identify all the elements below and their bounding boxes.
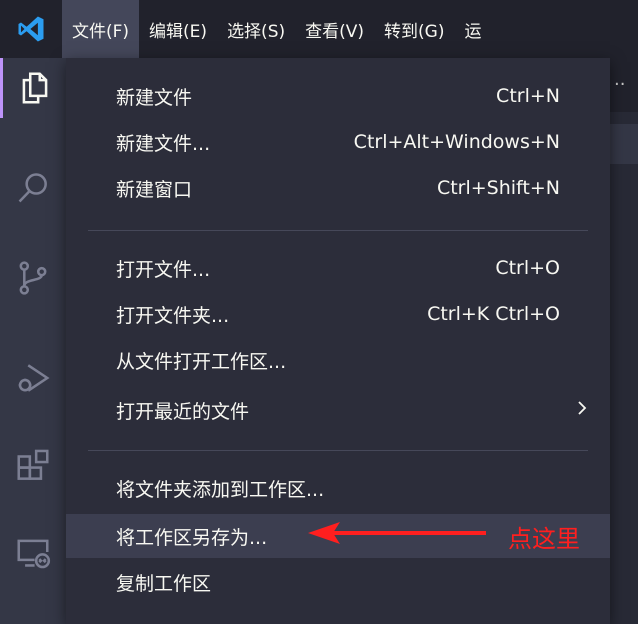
chevron-right-icon (576, 398, 588, 423)
menu-file[interactable]: 文件(F) (62, 0, 140, 58)
menu-item-label: 从文件打开工作区... (116, 350, 287, 373)
menu-separator (88, 230, 588, 231)
more-actions-icon[interactable]: ·· (614, 74, 625, 95)
menu-item-shortcut: Ctrl+Alt+Windows+N (353, 131, 560, 153)
menu-item-label: 新建文件... (116, 132, 211, 155)
menu-edit[interactable]: 编辑(E) (139, 0, 217, 58)
editor-tab-row: ·· (610, 58, 638, 112)
menu-separator (88, 450, 588, 451)
menu-new-window[interactable]: 新建窗口 Ctrl+Shift+N (66, 166, 610, 210)
vscode-logo-icon (0, 0, 62, 58)
menu-duplicate-workspace[interactable]: 复制工作区 (66, 560, 610, 604)
menu-run[interactable]: 运 (454, 0, 491, 58)
explorer-icon[interactable] (0, 58, 66, 118)
menu-go[interactable]: 转到(G) (374, 0, 454, 58)
menu-open-workspace-from-file[interactable]: 从文件打开工作区... (66, 338, 610, 382)
menu-item-shortcut: Ctrl+Shift+N (436, 177, 560, 199)
annotation-arrow-icon (308, 522, 486, 544)
menu-open-recent[interactable]: 打开最近的文件 (66, 388, 610, 432)
search-icon[interactable] (0, 158, 66, 218)
menu-item-label: 新建窗口 (116, 178, 193, 201)
menu-view[interactable]: 查看(V) (295, 0, 374, 58)
menu-item-label: 复制工作区 (116, 572, 212, 595)
menu-new-file-dialog[interactable]: 新建文件... Ctrl+Alt+Windows+N (66, 120, 610, 164)
menu-item-shortcut: Ctrl+N (496, 85, 560, 107)
menu-item-label: 打开文件夹... (116, 304, 230, 327)
title-bar: 文件(F) 编辑(E) 选择(S) 查看(V) 转到(G) 运 (0, 0, 638, 58)
source-control-icon[interactable] (0, 248, 66, 308)
menu-item-shortcut: Ctrl+O (495, 257, 560, 279)
menu-open-folder[interactable]: 打开文件夹... Ctrl+K Ctrl+O (66, 292, 610, 336)
menu-item-shortcut: Ctrl+K Ctrl+O (427, 303, 560, 325)
menu-open-file[interactable]: 打开文件... Ctrl+O (66, 246, 610, 290)
extensions-icon[interactable] (0, 436, 66, 496)
menu-new-file[interactable]: 新建文件 Ctrl+N (66, 74, 610, 118)
remote-explorer-icon[interactable] (0, 522, 66, 582)
annotation-text: 点这里 (508, 525, 580, 553)
editor-area: ·· (610, 58, 638, 624)
menu-item-label: 打开文件... (116, 258, 211, 281)
run-debug-icon[interactable] (0, 348, 66, 408)
editor-selected-row (610, 124, 638, 164)
menu-add-folder-to-workspace[interactable]: 将文件夹添加到工作区... (66, 466, 610, 510)
menu-item-label: 新建文件 (116, 86, 193, 109)
menu-selection[interactable]: 选择(S) (217, 0, 295, 58)
menu-item-label: 将文件夹添加到工作区... (116, 478, 325, 501)
menu-item-label: 打开最近的文件 (116, 400, 250, 423)
activity-bar (0, 58, 66, 624)
